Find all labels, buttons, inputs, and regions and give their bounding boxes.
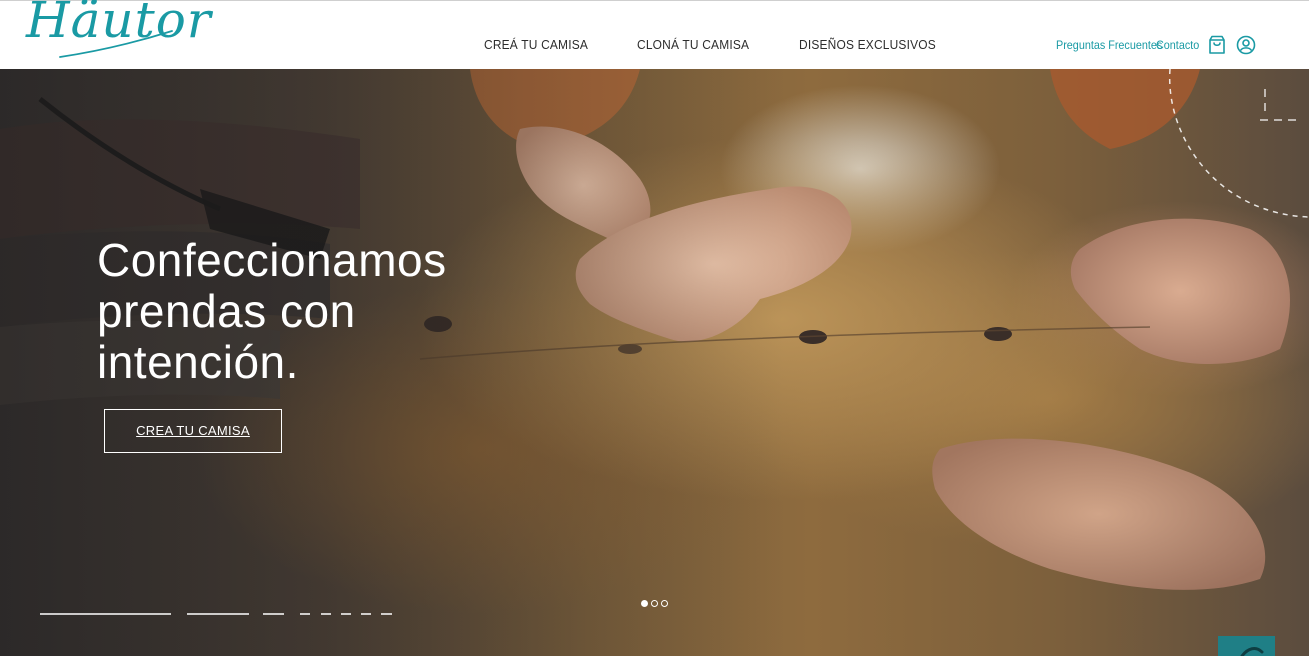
chat-button[interactable]: [1218, 636, 1275, 656]
decorative-lines-icon: [40, 613, 392, 615]
nav-item-disenos-exclusivos[interactable]: DISEÑOS EXCLUSIVOS: [799, 36, 936, 54]
utility-nav: Preguntas Frecuentes Contacto: [1056, 35, 1256, 55]
main-nav: CREÁ TU CAMISA CLONÁ TU CAMISA DISEÑOS E…: [484, 36, 948, 54]
chat-icon: [1240, 647, 1264, 656]
user-circle-icon[interactable]: [1235, 34, 1257, 56]
hero-banner: Confeccionamos prendas con intención. CR…: [0, 69, 1309, 656]
hero-title-line-3: intención.: [97, 336, 299, 388]
brand-logo[interactable]: Häutor: [20, 0, 211, 67]
contact-link[interactable]: Contacto: [1156, 37, 1199, 53]
logo-underline-icon: [59, 30, 173, 58]
shopping-bag-icon[interactable]: [1206, 34, 1228, 56]
faq-link[interactable]: Preguntas Frecuentes: [1056, 37, 1162, 53]
nav-item-crea-tu-camisa[interactable]: CREÁ TU CAMISA: [484, 36, 588, 54]
nav-item-clona-tu-camisa[interactable]: CLONÁ TU CAMISA: [637, 36, 749, 54]
slider-dot-2[interactable]: [651, 600, 658, 607]
slider-dots: [641, 600, 668, 607]
slider-dot-3[interactable]: [661, 600, 668, 607]
hero-title-line-1: Confeccionamos: [97, 234, 447, 286]
hero-title: Confeccionamos prendas con intención.: [97, 235, 447, 388]
site-header: Häutor CREÁ TU CAMISA CLONÁ TU CAMISA DI…: [0, 0, 1309, 69]
corner-decoration-icon: [1169, 69, 1309, 218]
hero-cta-button[interactable]: CREA TU CAMISA: [104, 409, 282, 453]
hero-title-line-2: prendas con: [97, 285, 356, 337]
slider-dot-1[interactable]: [641, 600, 648, 607]
